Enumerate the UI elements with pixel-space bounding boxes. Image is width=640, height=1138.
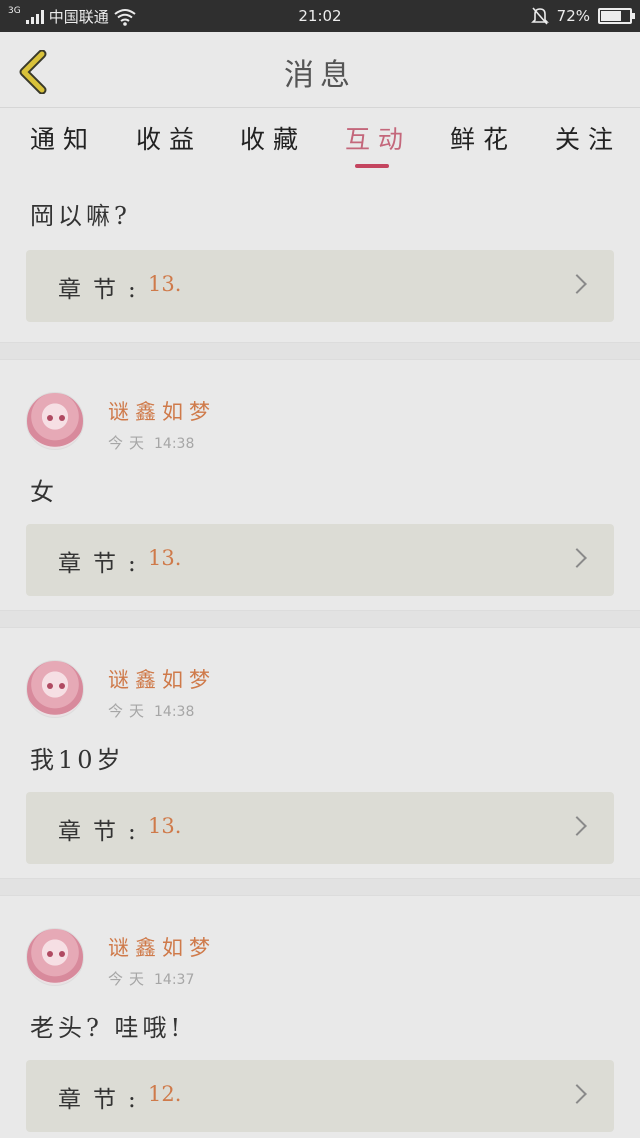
message-text: 女: [30, 478, 58, 506]
message-text: 我10岁: [30, 746, 125, 774]
battery-icon: [598, 8, 635, 24]
chevron-right-icon: [567, 548, 587, 568]
username[interactable]: 谜鑫如梦: [108, 932, 216, 962]
status-bar: 3G 中国联通 21:02 72%: [0, 0, 640, 32]
list-item: 谜鑫如梦 今天 14:37 老头? 哇哦! 章节: 12.: [0, 896, 640, 1138]
tab-notifications[interactable]: 通知: [30, 120, 96, 156]
page-title: 消息: [284, 58, 356, 93]
user-row: 谜鑫如梦 今天 14:38: [26, 628, 614, 728]
chapter-label: 章节:: [58, 551, 148, 577]
avatar[interactable]: [26, 660, 84, 718]
active-tab-indicator: [355, 164, 389, 168]
divider: [0, 610, 640, 628]
avatar[interactable]: [26, 928, 84, 986]
timestamp: 今天 14:38: [108, 432, 194, 453]
chapter-link[interactable]: 章节: 13.: [26, 250, 614, 322]
message-text: 老头? 哇哦!: [30, 1014, 185, 1042]
tab-bar: 通知 收益 收藏 互动 鲜花 关注: [0, 110, 640, 174]
chapter-label: 章节:: [58, 1087, 148, 1113]
chapter-value: 13.: [148, 814, 182, 838]
chevron-right-icon: [567, 816, 587, 836]
status-right: 72%: [530, 6, 635, 26]
mute-bell-icon: [530, 7, 549, 25]
chapter-link[interactable]: 章节: 13.: [26, 524, 614, 596]
time-value: 14:38: [154, 704, 195, 720]
divider: [0, 878, 640, 896]
chapter-link[interactable]: 章节: 12.: [26, 1060, 614, 1132]
avatar[interactable]: [26, 392, 84, 450]
tab-favorites[interactable]: 收藏: [240, 120, 306, 156]
time-prefix: 今天: [108, 702, 151, 720]
username[interactable]: 谜鑫如梦: [108, 396, 216, 426]
tab-earnings[interactable]: 收益: [136, 120, 202, 156]
time-prefix: 今天: [108, 970, 151, 988]
chevron-right-icon: [567, 274, 587, 294]
list-item: 谜鑫如梦 今天 14:38 女 章节: 13.: [0, 360, 640, 610]
time-value: 14:37: [154, 972, 195, 988]
chapter-label: 章节:: [58, 277, 148, 303]
username[interactable]: 谜鑫如梦: [108, 664, 216, 694]
chapter-value: 12.: [148, 1082, 182, 1106]
chapter-link[interactable]: 章节: 13.: [26, 792, 614, 864]
time-prefix: 今天: [108, 434, 151, 452]
divider: [0, 342, 640, 360]
tab-interactions[interactable]: 互动: [345, 120, 411, 156]
battery-level: [601, 11, 622, 21]
chapter-value: 13.: [148, 546, 182, 570]
timestamp: 今天 14:38: [108, 700, 194, 721]
chapter-label: 章节:: [58, 819, 148, 845]
battery-percent: 72%: [556, 7, 590, 25]
list-item: 谜鑫如梦 今天 14:38 我10岁 章节: 13.: [0, 628, 640, 878]
chapter-value: 13.: [148, 272, 182, 296]
list-item: 岡以嘛? 章节: 13.: [0, 174, 640, 342]
tab-flowers[interactable]: 鲜花: [450, 120, 516, 156]
page-header: 消息: [0, 32, 640, 108]
timestamp: 今天 14:37: [108, 968, 194, 989]
chevron-right-icon: [567, 1084, 587, 1104]
tab-following[interactable]: 关注: [555, 120, 621, 156]
time-value: 14:38: [154, 436, 195, 452]
message-feed: 岡以嘛? 章节: 13. 谜鑫如梦 今天 14:38 女 章节: 13. 谜鑫如梦…: [0, 174, 640, 1138]
message-text: 岡以嘛?: [30, 202, 131, 230]
user-row: 谜鑫如梦 今天 14:38: [26, 360, 614, 460]
user-row: 谜鑫如梦 今天 14:37: [26, 896, 614, 996]
